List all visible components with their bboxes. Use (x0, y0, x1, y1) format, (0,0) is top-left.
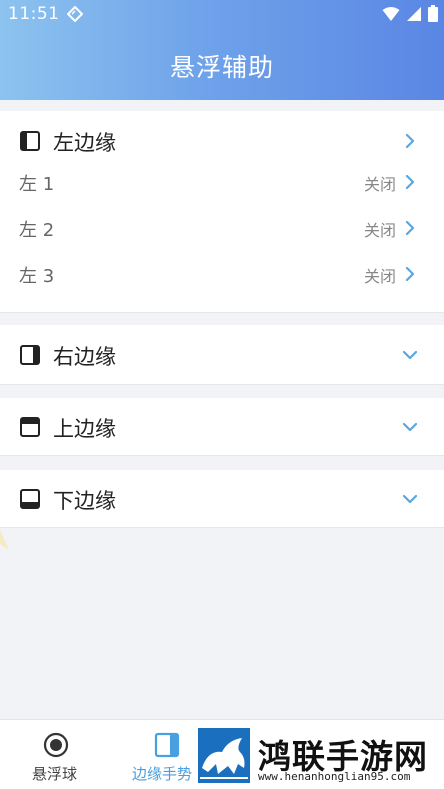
tab-label-edge-gesture: 边缘手势 (132, 765, 193, 783)
section-bottom-edge[interactable]: 下边缘 (0, 470, 444, 528)
edge-gesture-icon (154, 732, 180, 758)
chevron-down-icon[interactable] (403, 492, 417, 506)
chevron-down-icon[interactable] (403, 420, 417, 434)
watermark: 鸿联手游网 www.henanhonglian95.com (196, 728, 444, 789)
edge-glow (0, 530, 9, 550)
left-row-2[interactable]: 左 2 关闭 (0, 206, 444, 252)
row-label: 左 1 (19, 174, 55, 195)
site-logo (198, 728, 250, 783)
page-title: 悬浮辅助 (169, 53, 274, 82)
left-edge-icon (20, 131, 40, 151)
section-top-edge[interactable]: 上边缘 (0, 398, 444, 456)
app-header: 11:51 悬浮辅助 (0, 0, 444, 100)
row-status: 关闭 (363, 175, 396, 194)
floating-ball-icon (43, 732, 69, 758)
status-time: 11:51 (8, 4, 60, 24)
status-icons (382, 5, 438, 22)
chevron-right-icon[interactable] (403, 175, 417, 189)
tab-floating-ball[interactable]: 悬浮球 (0, 720, 112, 789)
diamond-icon (67, 6, 83, 22)
row-status: 关闭 (363, 267, 396, 286)
tab-label-floating-ball: 悬浮球 (32, 765, 78, 783)
row-label: 左 2 (19, 220, 55, 241)
watermark-url: www.henanhonglian95.com (258, 770, 411, 783)
section-label-right: 右边缘 (53, 345, 116, 369)
status-bar: 11:51 (0, 0, 444, 30)
section-right-edge[interactable]: 右边缘 (0, 325, 444, 385)
left-row-3[interactable]: 左 3 关闭 (0, 252, 444, 298)
section-left-edge: 左边缘 左 1 关闭 左 2 关闭 左 3 关闭 (0, 111, 444, 313)
row-status: 关闭 (363, 221, 396, 240)
chevron-down-icon[interactable] (403, 348, 417, 362)
chevron-right-icon[interactable] (403, 267, 417, 281)
section-label-bottom: 下边缘 (53, 489, 116, 513)
section-label-left: 左边缘 (53, 131, 116, 155)
left-row-1[interactable]: 左 1 关闭 (0, 160, 444, 206)
chevron-right-icon[interactable] (403, 221, 417, 235)
section-label-top: 上边缘 (53, 417, 116, 441)
chevron-right-icon[interactable] (403, 134, 417, 148)
bottom-edge-icon (20, 489, 40, 509)
top-edge-icon (20, 417, 40, 437)
wifi-icon (382, 6, 400, 21)
signal-icon (407, 6, 421, 21)
row-label: 左 3 (19, 266, 55, 287)
battery-icon (428, 5, 438, 22)
right-edge-icon (20, 345, 40, 365)
